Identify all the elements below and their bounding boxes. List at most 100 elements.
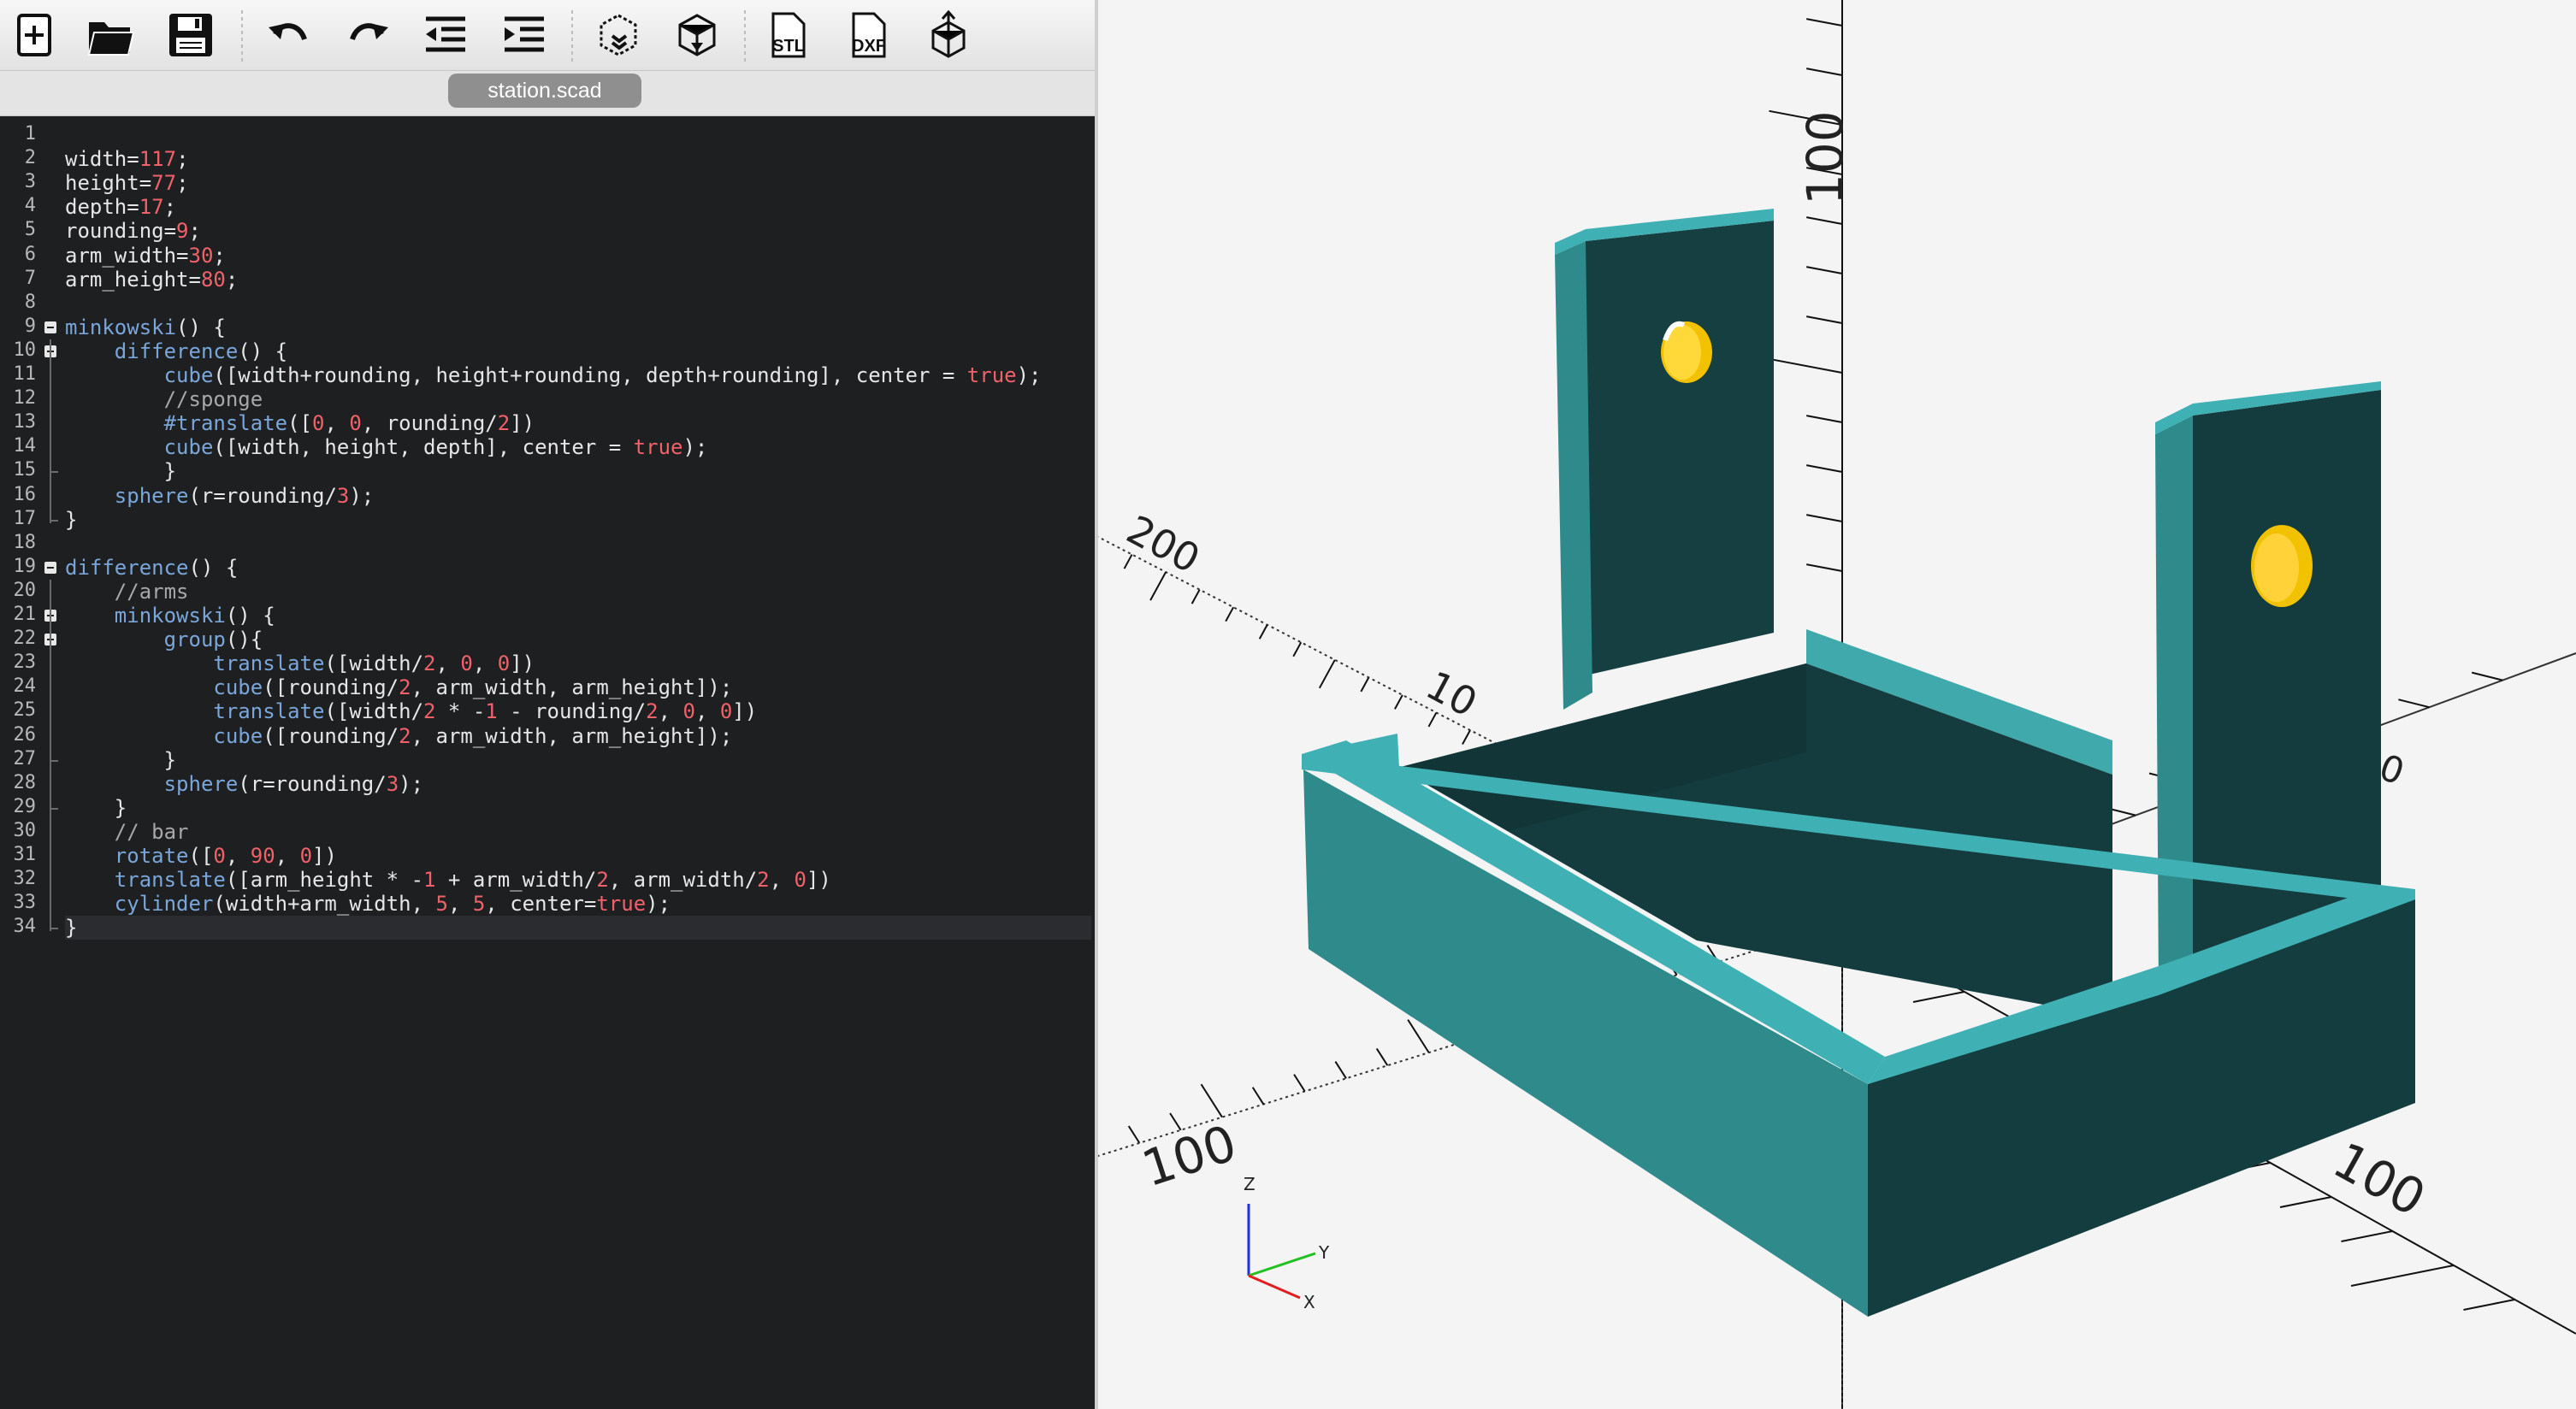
code-line[interactable]: translate([width/2 * -1 - rounding/2, 0,… bbox=[65, 699, 757, 723]
3d-viewport[interactable]: 100 200 10 100 100 00 Z Y X bbox=[1098, 0, 2576, 1409]
fold-guide-end bbox=[50, 928, 58, 930]
fold-toggle-icon[interactable] bbox=[44, 561, 56, 574]
code-line[interactable]: difference() { bbox=[65, 556, 238, 580]
line-number-gutter: 1 2 3 4 5 6 7 8 9 10 11 12 13 14 15 16 17 18 19 20 21 22 23 24 2… bbox=[0, 116, 60, 1409]
axis-tick bbox=[1149, 571, 1167, 601]
new-file-icon[interactable] bbox=[7, 7, 63, 63]
fold-guide-end bbox=[50, 519, 58, 522]
axis-tick bbox=[1394, 694, 1403, 710]
code-line[interactable]: cube([rounding/2, arm_width, arm_height]… bbox=[65, 724, 732, 748]
line-number: 33 bbox=[13, 892, 37, 914]
line-number: 28 bbox=[13, 771, 37, 793]
export-dxf-icon[interactable]: DXF bbox=[840, 7, 896, 63]
code-line[interactable]: group(){ bbox=[65, 628, 263, 651]
fold-guide bbox=[50, 651, 51, 763]
fold-guide-end bbox=[50, 807, 58, 810]
code-line[interactable]: minkowski() { bbox=[65, 315, 226, 339]
code-line[interactable]: difference() { bbox=[65, 339, 287, 363]
preview-icon[interactable] bbox=[590, 7, 647, 63]
gizmo-z-label: Z bbox=[1244, 1174, 1256, 1194]
axis-tick bbox=[1806, 315, 1843, 324]
stl-label: STL bbox=[772, 37, 805, 56]
axis-gizmo: Z Y X bbox=[1244, 1174, 1330, 1312]
axis-tick bbox=[1806, 514, 1843, 522]
code-line[interactable]: sphere(r=rounding/3); bbox=[65, 772, 423, 796]
render-icon[interactable] bbox=[669, 7, 725, 63]
code-line[interactable]: cube([width, height, depth], center = tr… bbox=[65, 435, 708, 459]
line-number: 11 bbox=[13, 363, 37, 385]
axis-tick bbox=[1191, 589, 1201, 604]
code-line[interactable]: } bbox=[65, 748, 176, 772]
code-line[interactable]: //arms bbox=[65, 580, 189, 604]
toolbar-separator bbox=[744, 10, 746, 62]
line-number: 12 bbox=[13, 387, 37, 410]
axis-tick bbox=[1806, 18, 1843, 27]
undo-icon[interactable] bbox=[260, 7, 316, 63]
code-line[interactable]: // bar bbox=[65, 820, 189, 844]
code-line[interactable]: translate([arm_height * -1 + arm_width/2… bbox=[65, 868, 831, 892]
code-line[interactable]: depth=17; bbox=[65, 195, 176, 219]
line-number: 4 bbox=[24, 195, 36, 217]
indent-icon[interactable] bbox=[496, 7, 552, 63]
code-line[interactable]: } bbox=[65, 796, 127, 820]
export-stl-icon[interactable]: STL bbox=[759, 7, 816, 63]
unindent-icon[interactable] bbox=[417, 7, 474, 63]
line-number: 10 bbox=[13, 339, 37, 361]
axis-tick bbox=[1127, 1125, 1141, 1144]
line-number: 32 bbox=[13, 868, 37, 890]
line-number: 2 bbox=[24, 147, 36, 169]
axis-tick bbox=[1258, 624, 1268, 640]
line-number: 27 bbox=[13, 747, 37, 769]
gizmo-y-label: Y bbox=[1318, 1242, 1330, 1263]
line-number: 25 bbox=[13, 699, 37, 722]
line-number: 22 bbox=[13, 628, 37, 650]
code-line[interactable]: } bbox=[65, 508, 77, 532]
code-line[interactable]: minkowski() { bbox=[65, 604, 275, 628]
axis-tick bbox=[1806, 563, 1843, 572]
code-editor[interactable]: 1 2 3 4 5 6 7 8 9 10 11 12 13 14 15 16 17 18 19 20 21 22 23 24 2… bbox=[0, 116, 1095, 1409]
code-line[interactable]: } bbox=[65, 459, 176, 483]
code-line[interactable]: #translate([0, 0, rounding/2]) bbox=[65, 411, 535, 435]
send-to-print-icon[interactable] bbox=[920, 7, 977, 63]
save-icon[interactable] bbox=[162, 7, 219, 63]
line-number: 6 bbox=[24, 243, 36, 265]
axis-tick bbox=[1375, 1047, 1389, 1066]
axis-tick bbox=[1123, 554, 1133, 569]
tab-station-scad[interactable]: station.scad bbox=[448, 74, 641, 108]
axis-tick bbox=[1318, 659, 1336, 689]
open-folder-icon[interactable] bbox=[82, 7, 139, 63]
line-number: 19 bbox=[13, 555, 37, 577]
code-line[interactable]: rounding=9; bbox=[65, 219, 201, 243]
code-line[interactable]: translate([width/2, 0, 0]) bbox=[65, 651, 535, 675]
line-number: 15 bbox=[13, 459, 37, 481]
axis-tick bbox=[1360, 676, 1370, 693]
axis-tick bbox=[1293, 1074, 1306, 1092]
line-number: 31 bbox=[13, 844, 37, 865]
code-line[interactable]: cylinder(width+arm_width, 5, 5, center=t… bbox=[65, 892, 671, 916]
code-line[interactable]: //sponge bbox=[65, 387, 263, 411]
axis-tick bbox=[2341, 1230, 2393, 1242]
tab-bar: station.scad bbox=[0, 71, 1098, 116]
model-station[interactable] bbox=[1302, 209, 2415, 1317]
code-line[interactable]: cube([width+rounding, height+rounding, d… bbox=[65, 363, 1042, 387]
code-line[interactable]: } bbox=[65, 916, 77, 940]
axis-tick bbox=[1806, 464, 1843, 473]
line-number: 18 bbox=[13, 531, 37, 553]
redo-icon[interactable] bbox=[340, 7, 397, 63]
axis-tick bbox=[2398, 699, 2430, 709]
toolbar-separator bbox=[241, 10, 243, 62]
line-number: 9 bbox=[24, 315, 36, 337]
code-line[interactable]: cube([rounding/2, arm_width, arm_height]… bbox=[65, 675, 732, 699]
code-line[interactable]: rotate([0, 90, 0]) bbox=[65, 844, 337, 868]
line-number: 5 bbox=[24, 219, 36, 241]
line-number: 34 bbox=[13, 916, 37, 938]
code-line[interactable]: arm_width=30; bbox=[65, 244, 226, 268]
code-line[interactable]: sphere(r=rounding/3); bbox=[65, 484, 374, 508]
code-line[interactable]: height=77; bbox=[65, 171, 189, 195]
fold-toggle-icon[interactable] bbox=[44, 321, 56, 333]
line-number: 30 bbox=[13, 819, 37, 841]
line-number: 24 bbox=[13, 675, 37, 698]
left-mid-axis-label: 10 bbox=[1419, 662, 1485, 726]
code-line[interactable]: width=117; bbox=[65, 147, 189, 171]
code-line[interactable]: arm_height=80; bbox=[65, 268, 238, 292]
